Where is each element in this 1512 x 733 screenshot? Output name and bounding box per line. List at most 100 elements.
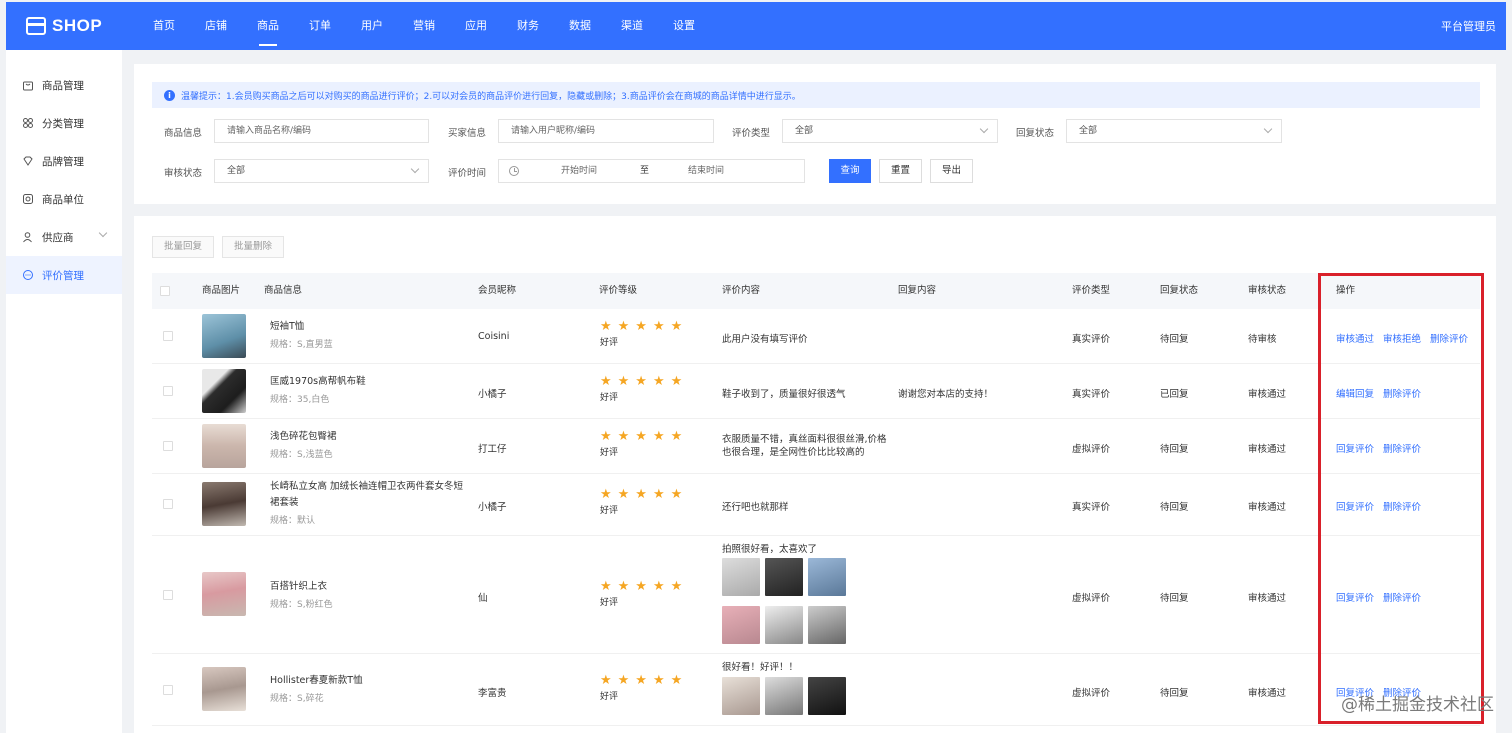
range-separator: 至 bbox=[640, 166, 650, 176]
audit-status: 待审核 bbox=[1248, 334, 1277, 345]
header-audit-status: 审核状态 bbox=[1248, 285, 1287, 296]
row-checkbox[interactable] bbox=[163, 386, 173, 396]
review-photo[interactable] bbox=[722, 606, 760, 644]
audit-status: 审核通过 bbox=[1248, 389, 1287, 400]
review-type: 虚拟评价 bbox=[1072, 688, 1111, 699]
review-type-value: 全部 bbox=[795, 126, 814, 136]
sidebar-item-suppliers[interactable]: 供应商 bbox=[6, 218, 122, 256]
sidebar-item-category-management[interactable]: 分类管理 bbox=[6, 104, 122, 142]
export-button[interactable]: 导出 bbox=[930, 159, 973, 183]
nav-item-settings[interactable]: 设置 bbox=[658, 2, 710, 50]
rating-stars: ★★★★★ bbox=[600, 429, 689, 444]
header-reply: 回复内容 bbox=[898, 285, 937, 296]
rating-stars: ★★★★★ bbox=[600, 487, 689, 502]
review-type: 真实评价 bbox=[1072, 334, 1111, 345]
rating-label: 好评 bbox=[600, 338, 619, 348]
review-photo[interactable] bbox=[765, 558, 803, 596]
review-photo[interactable] bbox=[808, 606, 846, 644]
reset-button[interactable]: 重置 bbox=[879, 159, 922, 183]
audit-status: 审核通过 bbox=[1248, 444, 1287, 455]
product-spec: 规格：S,碎花 bbox=[270, 694, 324, 704]
chevron-down-icon bbox=[979, 124, 989, 134]
table-row: 百搭针织上衣 规格：S,粉红色 仙 ★★★★★ 好评 拍照很好看，太喜欢了 虚拟评价… bbox=[152, 536, 1480, 654]
row-checkbox[interactable] bbox=[163, 331, 173, 341]
nav-item-orders[interactable]: 订单 bbox=[294, 2, 346, 50]
product-image bbox=[202, 369, 246, 413]
sidebar-item-product-management[interactable]: 商品管理 bbox=[6, 66, 122, 104]
product-spec: 规格：35,白色 bbox=[270, 395, 330, 405]
admin-user-menu[interactable]: 平台管理员 bbox=[1441, 18, 1496, 34]
review-photo[interactable] bbox=[765, 677, 803, 715]
sidebar-item-review-management[interactable]: 评价管理 bbox=[6, 256, 122, 294]
clock-icon bbox=[509, 166, 519, 176]
audit-status: 审核通过 bbox=[1248, 593, 1287, 604]
reply-status-select[interactable]: 全部 bbox=[1066, 119, 1282, 143]
audit-status-select[interactable]: 全部 bbox=[214, 159, 429, 183]
chevron-down-icon bbox=[1263, 124, 1273, 134]
table-row: 短袖T恤 规格：S,直男蓝 Coisini ★★★★★ 好评 此用户没有填写评价 真… bbox=[152, 309, 1480, 364]
header-content: 评价内容 bbox=[722, 285, 761, 296]
nav-item-apps[interactable]: 应用 bbox=[450, 2, 502, 50]
product-name: 短袖T恤 bbox=[270, 321, 305, 332]
diamond-icon bbox=[21, 154, 35, 168]
sidebar: 商品管理 分类管理 品牌管理 商品单位 供应商 评价管理 bbox=[6, 50, 122, 733]
sidebar-item-brand-management[interactable]: 品牌管理 bbox=[6, 142, 122, 180]
reply-status: 待回复 bbox=[1160, 334, 1189, 345]
table-row: Hollister春夏新款T恤 规格：S,碎花 李富贵 ★★★★★ 好评 很好看！好… bbox=[152, 654, 1480, 726]
product-info-label: 商品信息 bbox=[164, 128, 203, 139]
logo[interactable]: SHOP bbox=[26, 16, 138, 36]
table-row: 长崎私立女高 加绒长袖连帽卫衣两件套女冬短 裙套装 规格：默认 小橘子 ★★★★… bbox=[152, 474, 1480, 536]
review-photo[interactable] bbox=[722, 558, 760, 596]
nav-item-marketing[interactable]: 营销 bbox=[398, 2, 450, 50]
product-spec: 规格：默认 bbox=[270, 516, 316, 526]
start-time-input[interactable]: 开始时间 bbox=[561, 160, 597, 182]
nav-item-data[interactable]: 数据 bbox=[554, 2, 606, 50]
nav-item-finance[interactable]: 财务 bbox=[502, 2, 554, 50]
audit-status: 审核通过 bbox=[1248, 502, 1287, 513]
review-photo[interactable] bbox=[722, 677, 760, 715]
review-content: 此用户没有填写评价 bbox=[722, 334, 808, 345]
audit-status-label: 审核状态 bbox=[164, 168, 203, 179]
bulk-delete-button[interactable]: 批量删除 bbox=[222, 236, 284, 258]
reply-content: 谢谢您对本店的支持！ bbox=[898, 389, 994, 400]
product-info-input[interactable]: 请输入商品名称/编码 bbox=[214, 119, 429, 143]
header-type: 评价类型 bbox=[1072, 285, 1111, 296]
sidebar-item-label: 品牌管理 bbox=[42, 155, 84, 168]
user-icon bbox=[21, 230, 35, 244]
review-photo[interactable] bbox=[808, 558, 846, 596]
end-time-input[interactable]: 结束时间 bbox=[688, 160, 724, 182]
nav-item-users[interactable]: 用户 bbox=[346, 2, 398, 50]
product-name: 浅色碎花包臀裙 bbox=[270, 431, 337, 442]
nav-item-channels[interactable]: 渠道 bbox=[606, 2, 658, 50]
row-checkbox[interactable] bbox=[163, 499, 173, 509]
review-photo[interactable] bbox=[765, 606, 803, 644]
audit-status: 审核通过 bbox=[1248, 688, 1287, 699]
nav-item-products[interactable]: 商品 bbox=[242, 2, 294, 50]
row-checkbox[interactable] bbox=[163, 441, 173, 451]
review-content: 还行吧也就那样 bbox=[722, 502, 789, 513]
row-checkbox[interactable] bbox=[163, 590, 173, 600]
review-type-select[interactable]: 全部 bbox=[782, 119, 998, 143]
rating-label: 好评 bbox=[600, 692, 619, 702]
sidebar-item-label: 评价管理 bbox=[42, 269, 84, 282]
tip-banner: i 温馨提示：1.会员购买商品之后可以对购买的商品进行评价；2.可以对会员的商品… bbox=[152, 82, 1480, 108]
buyer-info-input[interactable]: 请输入用户昵称/编码 bbox=[498, 119, 714, 143]
member-nickname: 小橘子 bbox=[478, 389, 507, 400]
select-all-checkbox[interactable] bbox=[160, 286, 170, 296]
rating-stars: ★★★★★ bbox=[600, 319, 689, 334]
sidebar-item-label: 分类管理 bbox=[42, 117, 84, 130]
row-checkbox[interactable] bbox=[163, 685, 173, 695]
buyer-info-label: 买家信息 bbox=[448, 128, 487, 139]
sidebar-item-label: 商品管理 bbox=[42, 79, 84, 92]
review-content: 很好看！好评！！ bbox=[722, 662, 799, 673]
query-button[interactable]: 查询 bbox=[829, 159, 871, 183]
nav-item-store[interactable]: 店铺 bbox=[190, 2, 242, 50]
sidebar-item-product-units[interactable]: 商品单位 bbox=[6, 180, 122, 218]
review-time-range[interactable]: 开始时间 至 结束时间 bbox=[498, 159, 805, 183]
product-image bbox=[202, 482, 246, 526]
reply-status-label: 回复状态 bbox=[1016, 128, 1055, 139]
bulk-reply-button[interactable]: 批量回复 bbox=[152, 236, 214, 258]
review-photo[interactable] bbox=[808, 677, 846, 715]
rating-label: 好评 bbox=[600, 448, 619, 458]
nav-item-home[interactable]: 首页 bbox=[138, 2, 190, 50]
